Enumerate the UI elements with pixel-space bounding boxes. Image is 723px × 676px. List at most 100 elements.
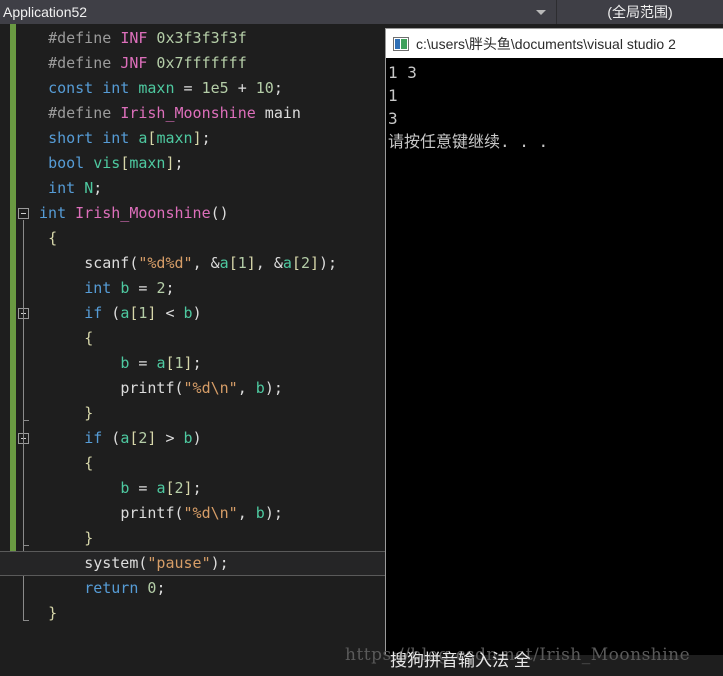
code-token: #define — [48, 29, 121, 47]
code-token: 0x7fffffff — [147, 54, 247, 72]
code-token: ; — [156, 579, 166, 597]
code-token: Irish_Moonshine — [75, 204, 211, 222]
code-token: ] — [192, 129, 202, 147]
code-token: if — [84, 304, 103, 322]
code-token: short — [48, 129, 94, 147]
code-token: ; — [192, 354, 202, 372]
code-token: [ — [120, 154, 130, 172]
code-token: { — [84, 329, 94, 347]
console-output-line: 3 — [388, 109, 398, 128]
console-body: 1 3 1 3 请按任意键继续. . . — [386, 58, 723, 153]
code-token: "%d%d" — [138, 254, 193, 272]
code-token: ); — [210, 554, 229, 572]
code-token: = — [129, 479, 157, 497]
code-token: () — [210, 204, 229, 222]
code-token: main — [255, 104, 301, 122]
code-token: { — [84, 454, 94, 472]
code-token: < — [156, 304, 184, 322]
code-token: ] — [165, 154, 175, 172]
console-title-text: c:\users\胖头鱼\documents\visual studio 2 — [416, 35, 676, 52]
code-token: , — [237, 379, 256, 397]
code-token: + — [228, 79, 256, 97]
code-token: const — [48, 79, 94, 97]
code-token: ] — [183, 354, 193, 372]
code-token: ) — [192, 429, 202, 447]
code-token: b — [255, 379, 265, 397]
code-token: 1e5 — [201, 79, 229, 97]
code-token: 10 — [255, 79, 274, 97]
console-title-bar[interactable]: c:\users\胖头鱼\documents\visual studio 2 — [386, 29, 723, 58]
console-app-icon — [393, 36, 409, 51]
code-token: > — [156, 429, 184, 447]
code-token: , & — [255, 254, 283, 272]
code-token: 1 — [174, 354, 184, 372]
code-token: [ — [291, 254, 301, 272]
code-token: } — [84, 404, 94, 422]
code-token: a — [219, 254, 229, 272]
console-output-line: 1 3 — [388, 63, 417, 82]
code-token: 1 — [237, 254, 247, 272]
code-token: b — [120, 354, 130, 372]
code-token: b — [183, 429, 193, 447]
code-token: Irish_Moonshine — [120, 104, 256, 122]
code-token: ; — [273, 79, 283, 97]
code-token: scanf — [84, 254, 130, 272]
code-token: #define — [48, 54, 121, 72]
code-token: maxn — [129, 154, 166, 172]
console-output-line: 1 — [388, 86, 398, 105]
code-token: ] — [246, 254, 256, 272]
member-scope-dropdown[interactable]: (全局范围) — [557, 0, 723, 24]
code-token: if — [84, 429, 103, 447]
code-token: b — [120, 279, 130, 297]
code-token: ); — [264, 379, 283, 397]
console-app-icon-left — [395, 38, 400, 49]
console-output-line: 请按任意键继续. . . — [388, 132, 549, 151]
code-token: return — [84, 579, 139, 597]
member-scope-label: (全局范围) — [607, 4, 673, 20]
code-token: b — [120, 479, 130, 497]
code-token: ; — [165, 279, 175, 297]
code-token: ) — [192, 304, 202, 322]
project-scope-dropdown[interactable]: Application52 — [0, 0, 557, 24]
code-token: #define — [48, 104, 121, 122]
chevron-down-icon[interactable] — [536, 9, 546, 15]
code-token: int — [102, 129, 130, 147]
code-token: int — [102, 79, 130, 97]
code-token: 0x3f3f3f3f — [147, 29, 247, 47]
code-token: maxn — [156, 129, 193, 147]
code-token: vis — [93, 154, 121, 172]
code-token: printf — [120, 504, 175, 522]
bottom-strip — [0, 670, 723, 676]
code-line[interactable]: system("pause"); — [0, 551, 410, 576]
code-token: = — [129, 279, 157, 297]
code-token: ; — [93, 179, 103, 197]
code-token: ] — [183, 479, 193, 497]
editor-navigation-bar: Application52 (全局范围) — [0, 0, 723, 24]
code-token: [ — [228, 254, 238, 272]
console-output-window[interactable]: c:\users\胖头鱼\documents\visual studio 2 1… — [385, 28, 723, 655]
code-token: int — [84, 279, 112, 297]
code-token: { — [48, 229, 58, 247]
code-token: N — [84, 179, 94, 197]
